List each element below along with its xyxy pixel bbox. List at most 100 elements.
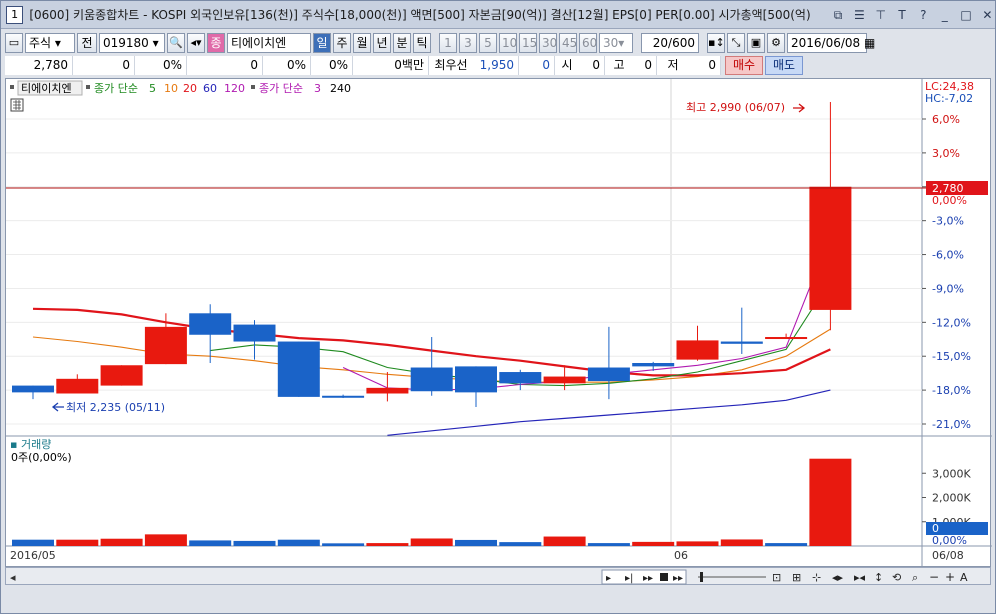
volume-pct-label: 0,00% <box>932 534 967 547</box>
volume-title-text: 거래량 <box>21 438 51 451</box>
help-icon[interactable]: ? <box>916 7 931 23</box>
y-tick-label: -6,0% <box>932 249 964 262</box>
font-size-icon[interactable]: A <box>960 571 968 584</box>
scroll-left-icon[interactable]: ◂ <box>10 571 16 584</box>
volume-bar <box>56 539 99 546</box>
period-tick[interactable]: 틱 <box>413 33 431 53</box>
zoom-in-icon[interactable]: + <box>945 570 955 584</box>
volume-bars[interactable] <box>12 458 852 546</box>
volume-y-axis: 3,000K2,000K1,000K00,00% <box>922 467 988 547</box>
zoom-box-icon[interactable]: ⊡ <box>772 571 781 584</box>
maximize-button[interactable]: □ <box>958 7 973 23</box>
crosshair-icon[interactable]: ⊹ <box>812 571 821 584</box>
stop-icon[interactable] <box>660 573 668 581</box>
volume-bar <box>809 458 852 546</box>
volume-bar <box>277 539 320 546</box>
play-icon[interactable]: ▸ <box>606 573 611 584</box>
search-icon[interactable]: 🔍 <box>167 33 185 53</box>
fit-icon[interactable]: ↕ <box>874 571 883 584</box>
y-tick-label: -3,0% <box>932 215 964 228</box>
y-tick-label: -9,0% <box>932 282 964 295</box>
close-button[interactable]: ✕ <box>980 7 995 23</box>
pan-left-icon[interactable]: ◂▸ <box>832 571 844 584</box>
end-icon[interactable]: ▸▸ <box>673 573 683 584</box>
interval-60[interactable]: 60 <box>579 33 597 53</box>
period-minute[interactable]: 분 <box>393 33 411 53</box>
settings-icon[interactable]: ⚙ <box>767 33 785 53</box>
period-yearly[interactable]: 년 <box>373 33 391 53</box>
sell-button[interactable]: 매도 <box>765 56 803 75</box>
interval-15[interactable]: 15 <box>519 33 537 53</box>
volume-bar <box>499 542 542 546</box>
magnifier-icon[interactable]: ⌕ <box>912 571 918 584</box>
candle-body <box>720 341 763 344</box>
interval-input[interactable]: 30▾ <box>599 33 633 53</box>
quote-open-label: 시 <box>555 56 579 75</box>
step-forward-icon[interactable]: ▸| <box>625 573 633 584</box>
buy-button[interactable]: 매수 <box>725 56 763 75</box>
count-input[interactable]: 20/600 <box>641 33 699 53</box>
window-number[interactable]: 1 <box>6 5 24 24</box>
save-icon[interactable]: ▣ <box>747 33 765 53</box>
pan-right-icon[interactable]: ▸◂ <box>854 571 866 584</box>
volume-title: ▪ 거래량 <box>10 438 51 451</box>
interval-input-value: 30 <box>603 36 619 50</box>
candle-body <box>56 378 99 394</box>
zoom-out-icon[interactable]: − <box>929 570 939 584</box>
quote-high-value: 0 <box>633 56 657 75</box>
speed-slider-thumb[interactable] <box>700 572 703 582</box>
code-input-value: 019180 <box>103 36 149 50</box>
volume-bar <box>100 538 143 546</box>
period-monthly[interactable]: 월 <box>353 33 371 53</box>
fast-forward-icon[interactable]: ▸▸ <box>643 573 653 584</box>
menu-icon[interactable]: ☰ <box>852 7 867 23</box>
title-bar: 1 [0600] 키움종합차트 - KOSPI 외국인보유[136(천)] 주식… <box>1 1 995 29</box>
interval-5[interactable]: 5 <box>479 33 497 53</box>
chart-svg[interactable]: 티에이치엔 종가 단순 5 10 20 60 120 종가 단순 3 240 6… <box>6 78 992 568</box>
layout-icon[interactable]: ▭ <box>5 33 23 53</box>
quote-best-qty: 0 <box>519 56 555 75</box>
interval-3[interactable]: 3 <box>459 33 477 53</box>
prev-button[interactable]: 전 <box>77 33 97 53</box>
volume-bullet: ▪ <box>10 438 21 451</box>
candle-body <box>233 324 276 342</box>
legend: 티에이치엔 종가 단순 5 10 20 60 120 종가 단순 3 240 <box>10 80 351 112</box>
indicator-icon[interactable]: ▪↕ <box>707 33 725 53</box>
minimize-button[interactable]: _ <box>937 7 952 23</box>
pin-icon[interactable]: ⊤ <box>873 7 888 23</box>
period-weekly[interactable]: 주 <box>333 33 351 53</box>
interval-10[interactable]: 10 <box>499 33 517 53</box>
volume-value: 0주(0,00%) <box>11 451 72 464</box>
link-window-icon[interactable]: ⧉ <box>830 7 845 23</box>
speaker-icon[interactable]: ◂▾ <box>187 33 205 53</box>
candle-body <box>809 186 852 310</box>
draw-icon[interactable]: ⤡ <box>727 33 745 53</box>
chart-scroll-bar[interactable]: ◂ ▸ ▸| ▸▸ ▸▸ ⊡ ⊞ ⊹ ◂▸ ▸◂ ↕ ⟲ ⌕ − + A <box>5 567 991 585</box>
market-select[interactable]: 주식 ▾ <box>25 33 75 53</box>
market-select-value: 주식 <box>29 36 52 50</box>
period-daily[interactable]: 일 <box>313 33 331 53</box>
interval-30[interactable]: 30 <box>539 33 557 53</box>
volume-bar <box>587 543 630 546</box>
volume-bar <box>676 541 719 546</box>
stock-type-badge: 종 <box>207 33 225 53</box>
font-icon[interactable]: T <box>894 7 909 23</box>
volume-bar <box>144 534 187 546</box>
date-input[interactable]: 2016/06/08 ▦ <box>787 33 875 53</box>
volume-bar <box>366 543 409 546</box>
zoom-window-icon[interactable]: ⊞ <box>792 571 801 584</box>
reset-icon[interactable]: ⟲ <box>892 571 901 584</box>
candle-body <box>676 340 719 360</box>
interval-1[interactable]: 1 <box>439 33 457 53</box>
volume-tick-label: 2,000K <box>932 492 971 505</box>
chevron-down-icon: ▾ <box>152 36 159 50</box>
code-input[interactable]: 019180 ▾ <box>99 33 165 53</box>
interval-45[interactable]: 45 <box>559 33 577 53</box>
chart-area[interactable]: 티에이치엔 종가 단순 5 10 20 60 120 종가 단순 3 240 6… <box>5 78 992 568</box>
volume-bar <box>632 541 675 546</box>
volume-bar <box>189 540 232 546</box>
quote-price: 2,780 <box>5 56 73 75</box>
legend-ma1-p2: 20 <box>183 82 197 95</box>
legend-ma1-label: 종가 단순 <box>94 82 138 95</box>
legend-ma1-p1: 10 <box>164 82 178 95</box>
